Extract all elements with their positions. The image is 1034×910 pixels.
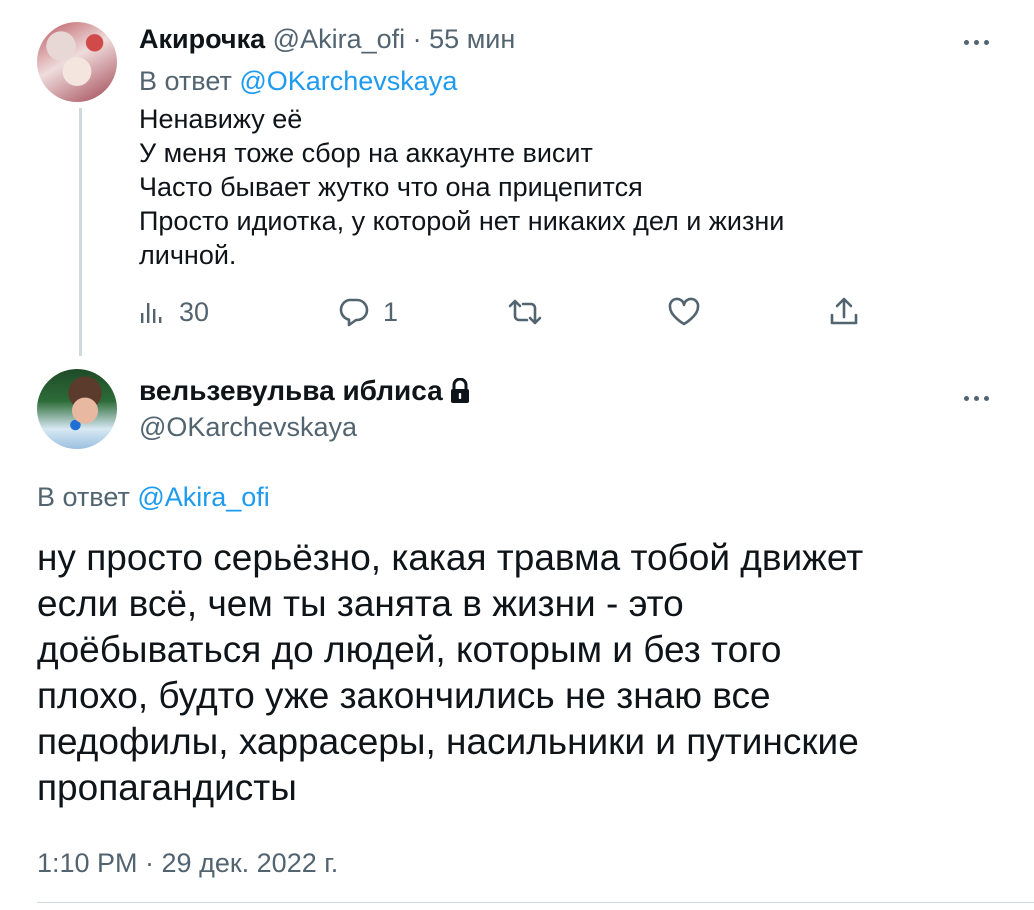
reply-context: В ответ @Akira_ofi <box>37 480 270 514</box>
tweet-timestamp[interactable]: 1:10 PM · 29 дек. 2022 г. <box>37 846 338 880</box>
reply-count: 1 <box>383 296 399 327</box>
tweet-line: доёбываться до людей, которым и без того <box>37 629 782 670</box>
views-count: 30 <box>179 296 210 327</box>
more-icon[interactable] <box>958 36 994 48</box>
tweet-time[interactable]: 55 мин <box>429 24 515 54</box>
display-name[interactable]: вельзевульва иблиса <box>139 373 443 409</box>
more-icon[interactable] <box>958 392 994 404</box>
tweet-line: Просто идиотка, у которой нет никаких де… <box>139 206 785 236</box>
tweet-line: личной. <box>139 240 237 270</box>
tweet-line: ну просто серьёзно, какая травма тобой д… <box>37 537 864 578</box>
display-name[interactable]: Акирочка <box>139 24 265 54</box>
user-handle[interactable]: @OKarchevskaya <box>139 410 357 444</box>
reply-prefix: В ответ <box>37 482 130 512</box>
like-icon <box>668 297 700 326</box>
tweet-line: педофилы, харрасеры, насильники и путинс… <box>37 721 859 762</box>
share-icon <box>830 297 858 325</box>
tweet-line: Ненавижу её <box>139 104 303 134</box>
lock-icon <box>450 378 469 403</box>
reply-prefix: В ответ <box>139 66 232 96</box>
tweet-actions: 30 1 <box>139 292 869 332</box>
tweet-author: вельзевульва иблиса <box>139 373 471 409</box>
views-button[interactable]: 30 <box>139 292 209 332</box>
tweet-line: пропагандисты <box>37 767 297 808</box>
avatar[interactable] <box>37 22 117 102</box>
reply-icon <box>339 298 369 327</box>
reply-mention-link[interactable]: @Akira_ofi <box>137 482 269 512</box>
tweet-text: ну просто серьёзно, какая травма тобой д… <box>37 535 1012 811</box>
divider <box>37 902 1034 903</box>
tweet-line: плохо, будто уже закончились не знаю все <box>37 675 771 716</box>
tweet-header: Акирочка @Akira_ofi · 55 мин <box>139 22 515 56</box>
like-button[interactable] <box>667 292 701 332</box>
tweet-line: У меня тоже сбор на аккаунте висит <box>139 138 593 168</box>
share-button[interactable] <box>829 292 859 332</box>
thread-connector-line <box>79 108 82 356</box>
user-handle[interactable]: @Akira_ofi <box>273 24 405 54</box>
reply-button[interactable]: 1 <box>337 292 398 332</box>
avatar[interactable] <box>37 369 117 449</box>
retweet-button[interactable] <box>507 292 543 332</box>
tweet-line: если всё, чем ты занята в жизни - это <box>37 583 684 624</box>
retweet-icon <box>508 299 542 325</box>
separator: · <box>412 24 422 54</box>
tweet-text: Ненавижу её У меня тоже сбор на аккаунте… <box>139 102 989 272</box>
reply-context: В ответ @OKarchevskaya <box>139 64 457 98</box>
views-icon <box>141 303 162 323</box>
tweet-line: Часто бывает жутко что она прицепится <box>139 172 643 202</box>
reply-mention-link[interactable]: @OKarchevskaya <box>239 66 457 96</box>
